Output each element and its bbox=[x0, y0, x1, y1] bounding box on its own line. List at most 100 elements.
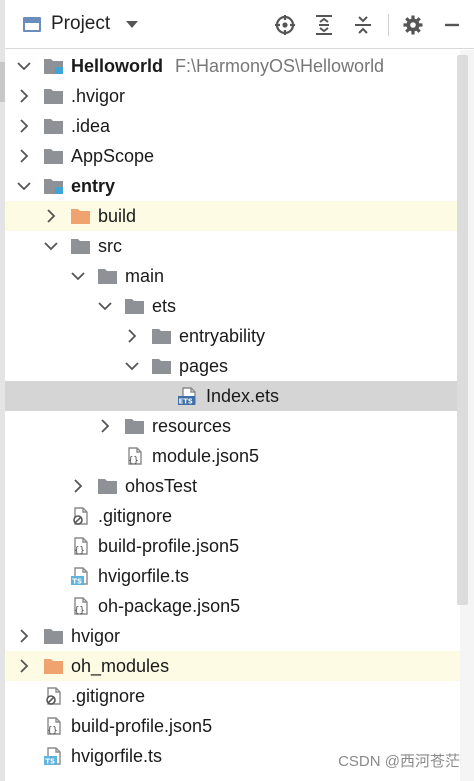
tree-item-label: build-profile.json5 bbox=[98, 535, 240, 556]
watermark: CSDN @西河苍茫 bbox=[338, 753, 460, 770]
expand-all-icon[interactable] bbox=[311, 12, 337, 38]
chevron-right-icon[interactable] bbox=[17, 119, 31, 133]
tree-folder-row[interactable]: pages bbox=[5, 351, 460, 381]
svg-text:{}: {} bbox=[74, 606, 85, 615]
project-toolbar: Project bbox=[5, 0, 474, 49]
svg-text:TS: TS bbox=[72, 578, 82, 585]
json-file-icon: {} bbox=[124, 447, 145, 465]
gitignore-file-icon bbox=[43, 687, 64, 705]
chevron-down-icon[interactable] bbox=[44, 239, 58, 253]
tree-folder-row[interactable]: AppScope bbox=[5, 141, 460, 171]
chevron-down-icon[interactable] bbox=[17, 179, 31, 193]
tree-item-label: build-profile.json5 bbox=[71, 715, 213, 736]
json-file-icon: {} bbox=[70, 597, 91, 615]
tree-folder-row[interactable]: ohosTest bbox=[5, 471, 460, 501]
tree-item-label: hvigorfile.ts bbox=[71, 745, 163, 766]
tree-file-row[interactable]: {} module.json5 bbox=[5, 441, 460, 471]
folder-icon bbox=[97, 477, 118, 495]
folder-icon bbox=[124, 417, 145, 435]
tree-folder-row[interactable]: resources bbox=[5, 411, 460, 441]
window-icon bbox=[23, 16, 41, 32]
tree-folder-row[interactable]: ets bbox=[5, 291, 460, 321]
chevron-down-icon[interactable] bbox=[98, 299, 112, 313]
tree-file-row[interactable]: {} build-profile.json5 bbox=[5, 711, 460, 741]
tree-file-row[interactable]: .gitignore bbox=[5, 501, 460, 531]
tree-item-label: hvigor bbox=[71, 625, 121, 646]
tree-folder-row[interactable]: hvigor bbox=[5, 621, 460, 651]
json-file-icon: {} bbox=[70, 537, 91, 555]
tree-file-row[interactable]: ETS Index.ets bbox=[5, 381, 460, 411]
toolbar-separator bbox=[388, 14, 389, 36]
chevron-down-icon[interactable] bbox=[125, 359, 139, 373]
json-file-icon: {} bbox=[43, 717, 64, 735]
folder-orange-icon bbox=[70, 207, 91, 225]
chevron-down-icon bbox=[126, 20, 139, 28]
tree-item-label: .hvigor bbox=[71, 85, 126, 106]
tree-item-label: build bbox=[98, 205, 137, 226]
hide-minus-icon[interactable] bbox=[439, 12, 465, 38]
tree-file-row[interactable]: TS hvigorfile.ts bbox=[5, 561, 460, 591]
tree-folder-row[interactable]: oh_modules bbox=[5, 651, 460, 681]
tree-folder-row[interactable]: src bbox=[5, 231, 460, 261]
project-tree: Helloworld F:\HarmonyOS\Helloworld .hvigor… bbox=[5, 50, 460, 780]
tree-folder-row[interactable]: entryability bbox=[5, 321, 460, 351]
tree-item-label: AppScope bbox=[71, 145, 155, 166]
tree-item-label: module.json5 bbox=[152, 445, 260, 466]
tree-item-label: oh_modules bbox=[71, 655, 170, 676]
svg-text:{}: {} bbox=[47, 726, 58, 735]
tree-file-row[interactable]: {} build-profile.json5 bbox=[5, 531, 460, 561]
chevron-right-icon[interactable] bbox=[17, 149, 31, 163]
tree-item-label: entryability bbox=[179, 325, 266, 346]
module-folder-icon bbox=[43, 177, 64, 195]
folder-icon bbox=[97, 267, 118, 285]
chevron-right-icon[interactable] bbox=[17, 89, 31, 103]
svg-text:ETS: ETS bbox=[179, 398, 193, 405]
gear-icon[interactable] bbox=[400, 12, 426, 38]
chevron-right-icon[interactable] bbox=[44, 209, 58, 223]
tree-item-label: oh-package.json5 bbox=[98, 595, 241, 616]
chevron-right-icon[interactable] bbox=[71, 479, 85, 493]
folder-icon bbox=[43, 87, 64, 105]
project-view-selector[interactable]: Project bbox=[23, 10, 139, 38]
folder-icon bbox=[124, 297, 145, 315]
tree-folder-row[interactable]: main bbox=[5, 261, 460, 291]
tree-file-row[interactable]: {} oh-package.json5 bbox=[5, 591, 460, 621]
tree-folder-row[interactable]: .idea bbox=[5, 111, 460, 141]
tree-item-label: .gitignore bbox=[71, 685, 146, 706]
tree-folder-row[interactable]: entry bbox=[5, 171, 460, 201]
tree-folder-row[interactable]: Helloworld F:\HarmonyOS\Helloworld bbox=[5, 51, 460, 81]
chevron-down-icon[interactable] bbox=[71, 269, 85, 283]
chevron-right-icon[interactable] bbox=[17, 629, 31, 643]
tree-item-label: entry bbox=[71, 175, 116, 196]
tree-item-label: .idea bbox=[71, 115, 111, 136]
tree-folder-row[interactable]: .hvigor bbox=[5, 81, 460, 111]
chevron-down-icon[interactable] bbox=[17, 59, 31, 73]
tree-item-label: Index.ets bbox=[206, 385, 280, 406]
tree-item-label: hvigorfile.ts bbox=[98, 565, 190, 586]
tree-file-row[interactable]: .gitignore bbox=[5, 681, 460, 711]
module-folder-icon bbox=[43, 57, 64, 75]
folder-icon bbox=[151, 357, 172, 375]
collapse-all-icon[interactable] bbox=[350, 12, 376, 38]
svg-text:{}: {} bbox=[128, 456, 139, 465]
project-path: F:\HarmonyOS\Helloworld bbox=[175, 55, 385, 76]
chevron-right-icon[interactable] bbox=[98, 419, 112, 433]
svg-text:TS: TS bbox=[45, 758, 55, 765]
folder-icon bbox=[70, 237, 91, 255]
tree-item-label: .gitignore bbox=[98, 505, 173, 526]
folder-icon bbox=[43, 627, 64, 645]
ts-file-icon: TS bbox=[43, 747, 64, 765]
locate-crosshair-icon[interactable] bbox=[272, 12, 298, 38]
panel-title: Project bbox=[51, 13, 111, 34]
ets-file-icon: ETS bbox=[178, 387, 199, 405]
tree-folder-row[interactable]: build bbox=[5, 201, 460, 231]
chevron-right-icon[interactable] bbox=[17, 659, 31, 673]
scrollbar-thumb[interactable] bbox=[457, 55, 468, 605]
chevron-right-icon[interactable] bbox=[125, 329, 139, 343]
tree-item-label: Helloworld bbox=[71, 55, 164, 76]
tree-item-label: ohosTest bbox=[125, 475, 198, 496]
tree-item-label: main bbox=[125, 265, 165, 286]
folder-icon bbox=[43, 117, 64, 135]
folder-orange-icon bbox=[43, 657, 64, 675]
folder-icon bbox=[43, 147, 64, 165]
